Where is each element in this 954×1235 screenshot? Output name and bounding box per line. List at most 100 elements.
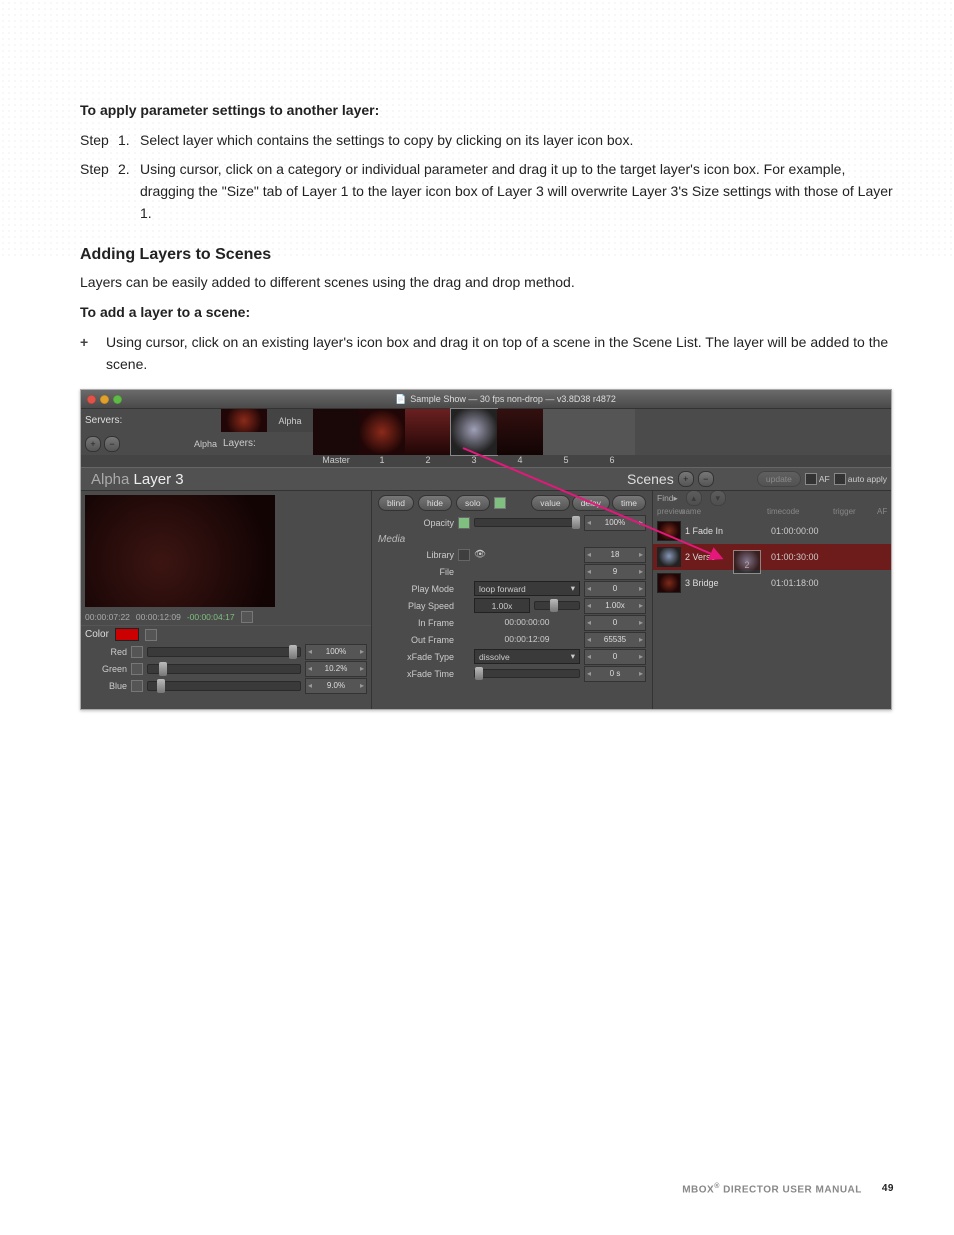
xfadetype-stepper[interactable]: ◂0▸ — [584, 649, 646, 665]
update-button[interactable]: update — [757, 471, 801, 487]
playspeed-stepper[interactable]: ◂1.00x▸ — [584, 598, 646, 614]
tc-in: 00:00:07:22 — [85, 612, 130, 622]
green-toggle[interactable] — [131, 663, 143, 675]
media-category-label: Media — [378, 534, 405, 545]
bullet-text: Using cursor, click on an existing layer… — [106, 332, 894, 375]
af-checkbox[interactable]: AF — [805, 473, 830, 485]
scene-column-headers: preview name timecode trigger AF — [653, 505, 892, 518]
step-2-text: Using cursor, click on a category or ind… — [140, 159, 894, 224]
color-options[interactable] — [145, 629, 157, 641]
step-1-number: 1. — [118, 130, 140, 152]
layer-header-label: Alpha Layer 3 — [81, 471, 184, 488]
auto-apply-checkbox[interactable]: auto apply — [834, 473, 887, 485]
section-intro-text: Layers can be easily added to different … — [80, 272, 894, 294]
blue-toggle[interactable] — [131, 680, 143, 692]
opacity-slider[interactable] — [474, 518, 580, 527]
red-stepper[interactable]: ◂100%▸ — [305, 644, 367, 660]
playspeed-display: 1.00x — [474, 598, 530, 613]
remove-server-button[interactable]: − — [104, 436, 120, 452]
layer-label-4: 4 — [497, 455, 543, 467]
close-icon[interactable] — [87, 395, 96, 404]
time-tab[interactable]: time — [612, 495, 646, 511]
col-af: AF — [877, 507, 892, 516]
file-stepper[interactable]: ◂9▸ — [584, 564, 646, 580]
red-toggle[interactable] — [131, 646, 143, 658]
green-stepper[interactable]: ◂10.2%▸ — [305, 661, 367, 677]
color-category-label: Color — [85, 629, 109, 640]
value-tab[interactable]: value — [531, 495, 569, 511]
footer-manual-title: MBOX® DIRECTOR USER MANUAL — [682, 1183, 862, 1195]
opacity-stepper[interactable]: ◂100%▸ — [584, 515, 646, 531]
bullet-plus-icon: + — [80, 332, 106, 375]
playmode-stepper[interactable]: ◂0▸ — [584, 581, 646, 597]
window-title: 📄 Sample Show — 30 fps non-drop — v3.8D3… — [395, 394, 616, 405]
green-slider[interactable] — [147, 664, 301, 674]
inframe-stepper[interactable]: ◂0▸ — [584, 615, 646, 631]
section-heading-adding-layers: Adding Layers to Scenes — [80, 246, 894, 264]
layer-thumb-5[interactable] — [543, 409, 589, 455]
scene-thumb-1 — [657, 521, 681, 541]
library-toggle[interactable] — [458, 549, 470, 561]
xfadetime-slider[interactable] — [474, 669, 580, 678]
xfadetime-stepper[interactable]: ◂0 s▸ — [584, 666, 646, 682]
preview-column: 00:00:07:22 00:00:12:09 -00:00:04:17 Col… — [81, 491, 372, 709]
layer-label-5: 5 — [543, 455, 589, 467]
zoom-icon[interactable] — [113, 395, 122, 404]
scene-row-2[interactable]: 2 Verse 01:00:30:00 ✸ — [653, 544, 892, 570]
find-field[interactable]: Find▸ — [657, 493, 678, 504]
opacity-toggle[interactable] — [458, 517, 470, 529]
blue-slider[interactable] — [147, 681, 301, 691]
layer-label-strip: Master 1 2 3 4 5 6 — [81, 455, 891, 467]
scene-up-button[interactable]: ▴ — [686, 490, 702, 506]
playmode-label: Play Mode — [378, 584, 454, 594]
eye-icon[interactable]: 👁 — [474, 549, 486, 560]
outframe-stepper[interactable]: ◂65535▸ — [584, 632, 646, 648]
titlebar: 📄 Sample Show — 30 fps non-drop — v3.8D3… — [81, 390, 891, 409]
col-preview: preview — [657, 507, 681, 516]
layer-thumb-master[interactable] — [313, 409, 359, 455]
layer-thumb-6[interactable] — [589, 409, 635, 455]
scene-thumb-2 — [657, 547, 681, 567]
scene-row-1[interactable]: 1 Fade In 01:00:00:00 — [653, 518, 892, 544]
server-thumb[interactable] — [221, 409, 267, 432]
remove-scene-button[interactable]: − — [698, 471, 714, 487]
server-buttons: + − Alpha — [81, 432, 221, 455]
layer-label-master: Master — [313, 455, 359, 467]
playspeed-slider[interactable] — [534, 601, 580, 610]
preview-toggle[interactable] — [241, 611, 253, 623]
blue-stepper[interactable]: ◂9.0%▸ — [305, 678, 367, 694]
step-1-text: Select layer which contains the settings… — [140, 130, 894, 152]
layer-thumb-3[interactable] — [451, 409, 497, 455]
solo-button[interactable]: solo — [456, 495, 490, 511]
layer-thumb-1[interactable] — [359, 409, 405, 455]
tc-remaining: -00:00:04:17 — [187, 612, 235, 622]
blind-button[interactable]: blind — [378, 495, 414, 511]
hide-button[interactable]: hide — [418, 495, 452, 511]
library-stepper[interactable]: ◂18▸ — [584, 547, 646, 563]
add-server-button[interactable]: + — [85, 436, 101, 452]
server-tab-label-1[interactable]: Alpha — [194, 439, 217, 449]
layer-label-6: 6 — [589, 455, 635, 467]
green-label: Green — [85, 664, 127, 674]
file-label: File — [378, 567, 454, 577]
server-tab-alpha[interactable]: Alpha — [267, 409, 313, 432]
intro-heading-2: To add a layer to a scene: — [80, 302, 894, 324]
color-swatch[interactable] — [115, 628, 139, 641]
scene-row-3[interactable]: 3 Bridge 01:01:18:00 — [653, 570, 892, 596]
intro-heading-1: To apply parameter settings to another l… — [80, 100, 894, 122]
tc-dur: 00:00:12:09 — [136, 612, 181, 622]
outframe-value: 00:00:12:09 — [474, 634, 580, 646]
scene-thumb-3 — [657, 573, 681, 593]
playmode-select[interactable]: loop forward▾ — [474, 581, 580, 596]
scene-down-button[interactable]: ▾ — [710, 490, 726, 506]
layer-label-3: 3 — [451, 455, 497, 467]
red-slider[interactable] — [147, 647, 301, 657]
xfadetype-select[interactable]: dissolve▾ — [474, 649, 580, 664]
add-scene-button[interactable]: + — [678, 471, 694, 487]
step-1-label: Step — [80, 130, 118, 152]
layer-thumb-2[interactable] — [405, 409, 451, 455]
minimize-icon[interactable] — [100, 395, 109, 404]
layer-thumb-4[interactable] — [497, 409, 543, 455]
delay-tab[interactable]: delay — [572, 495, 610, 511]
xfadetime-label: xFade Time — [378, 669, 454, 679]
